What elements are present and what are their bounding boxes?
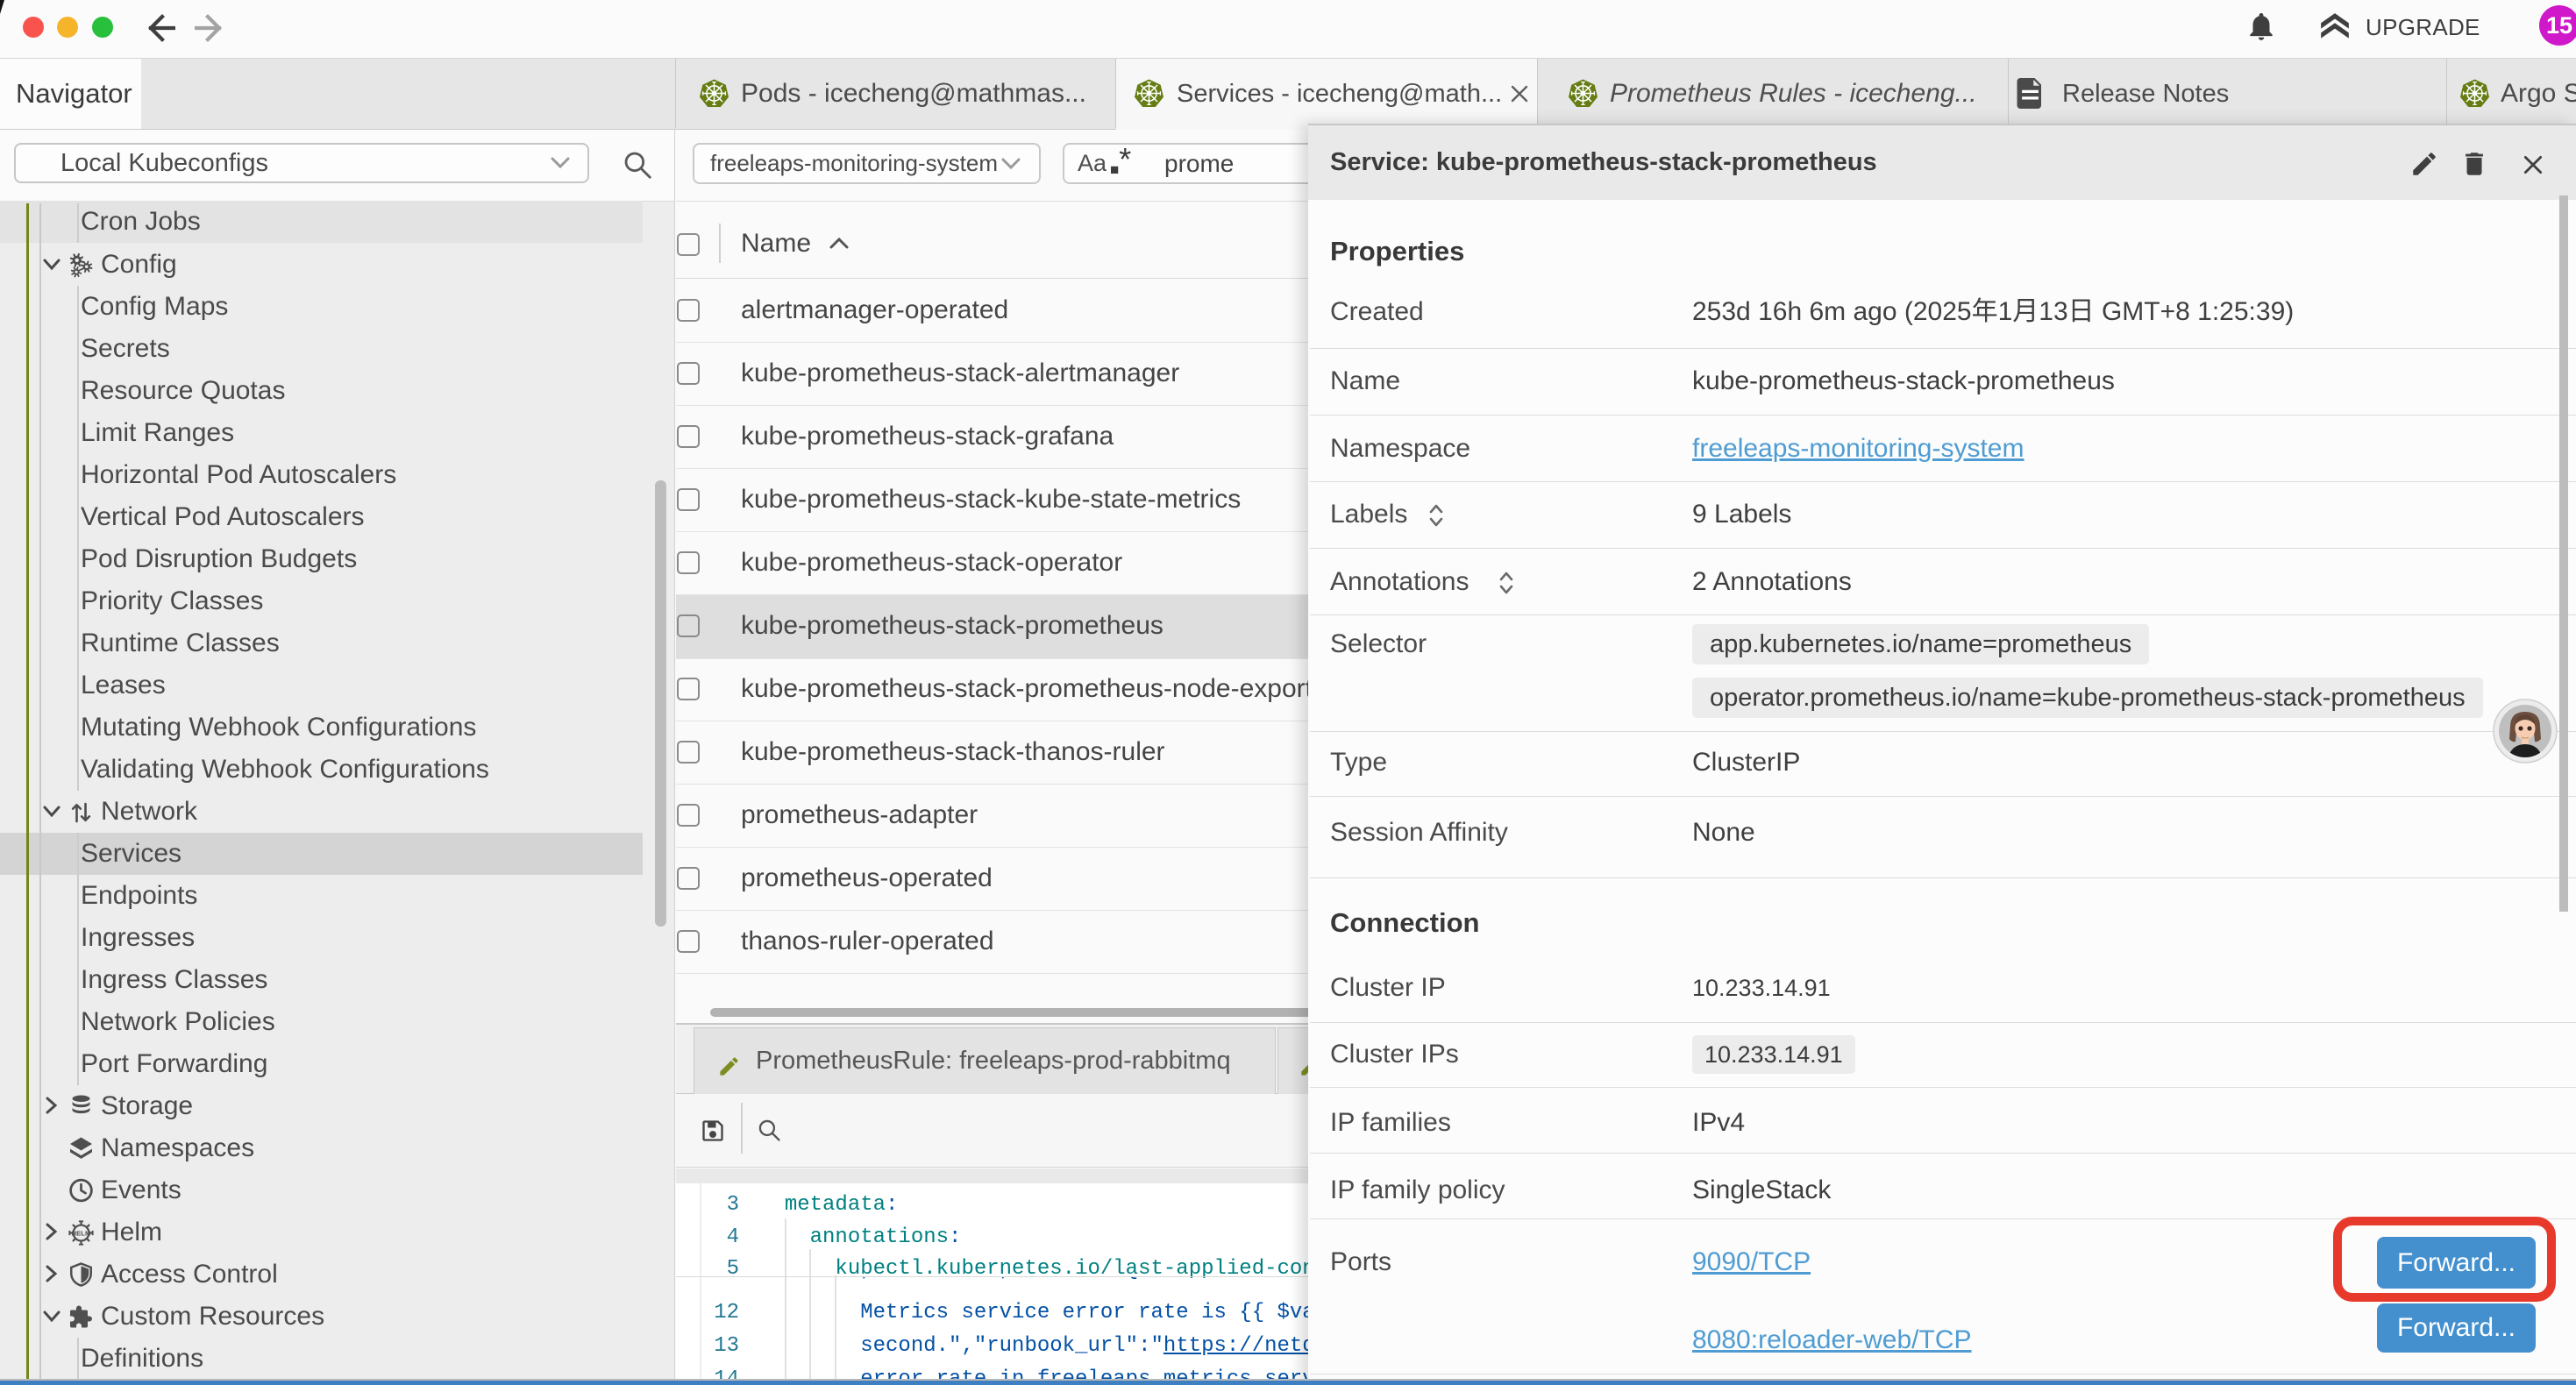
svg-text:HELM: HELM xyxy=(72,1230,91,1238)
